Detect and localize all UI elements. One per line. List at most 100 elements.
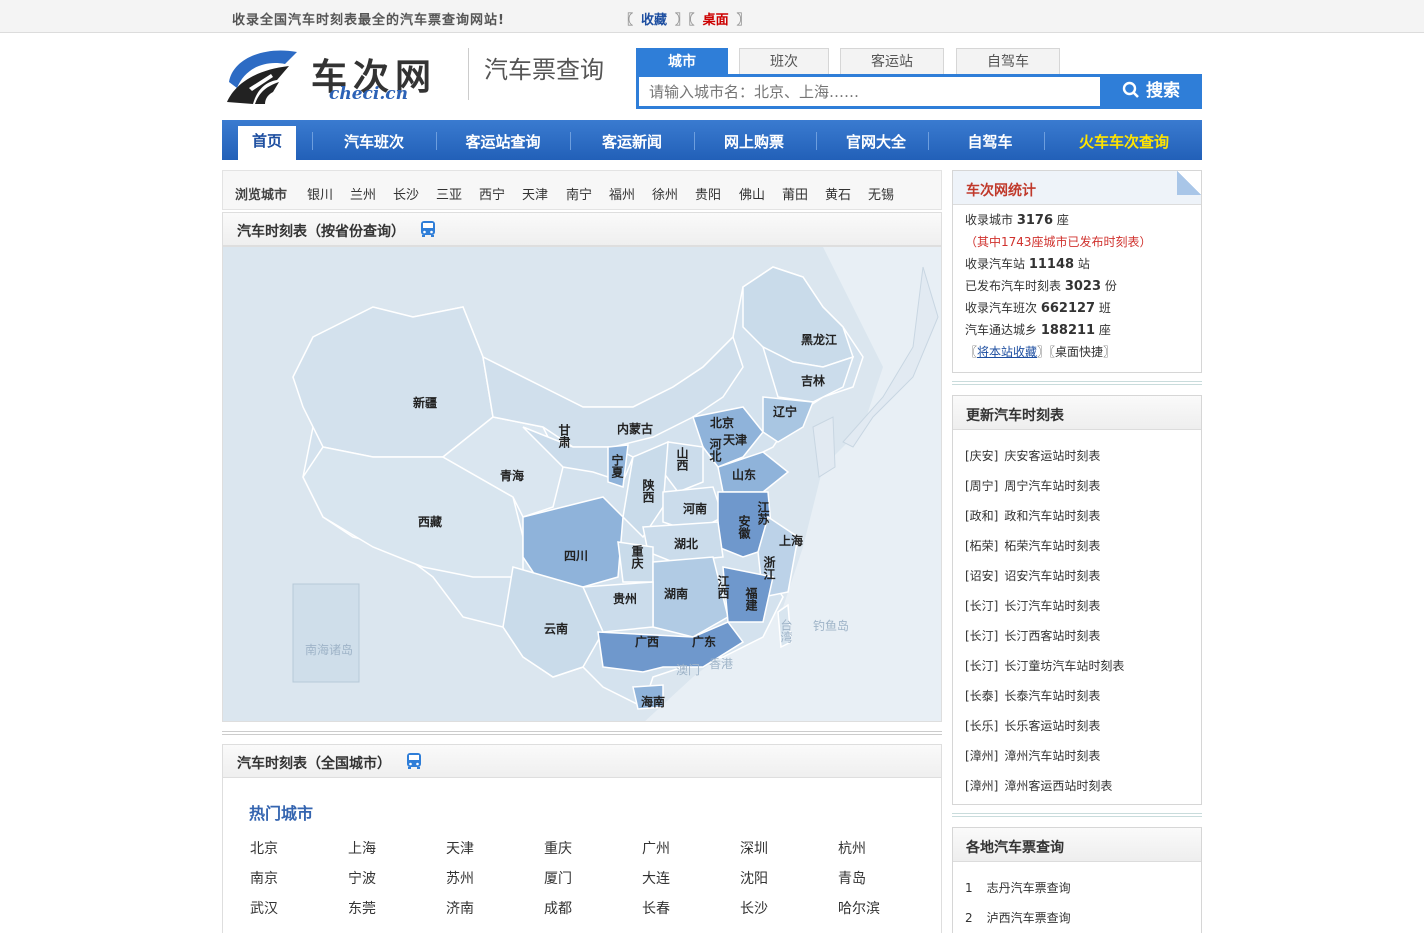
hot-city-link[interactable]: 成都 [544,898,572,918]
browse-city-link[interactable]: 银川 [307,184,333,203]
update-list-item[interactable]: [柘荣] 柘荣汽车站时刻表 [965,537,1100,554]
hot-city-link[interactable]: 宁波 [348,868,376,888]
update-list-item[interactable]: [庆安] 庆安客运站时刻表 [965,447,1100,464]
browse-city-link[interactable]: 福州 [609,184,635,203]
hot-city-link[interactable]: 北京 [250,838,278,858]
province-guangxi[interactable]: 广西 [635,633,659,650]
province-taiwan[interactable]: 台湾 [778,619,795,643]
update-list-item[interactable]: [长泰] 长泰汽车站时刻表 [965,687,1100,704]
province-xizang[interactable]: 西藏 [418,513,442,530]
hot-city-link[interactable]: 大连 [642,868,670,888]
browse-city-link[interactable]: 黄石 [825,184,851,203]
desktop-link[interactable]: 桌面 [703,13,729,28]
china-province-map[interactable]: 黑龙江 吉林 辽宁 北京 天津 河北 山东 内蒙古 新疆 甘肃 宁夏 山西 陕西… [222,246,942,722]
hot-city-link[interactable]: 武汉 [250,898,278,918]
province-hainan[interactable]: 海南 [641,693,665,710]
nav-bus-schedule[interactable]: 汽车班次 [328,128,420,160]
tab-selfdrive[interactable]: 自驾车 [956,48,1060,74]
province-guangdong[interactable]: 广东 [692,633,716,650]
province-jiangsu[interactable]: 江苏 [755,501,772,525]
hot-city-link[interactable]: 济南 [446,898,474,918]
bookmark-site-link[interactable]: 将本站收藏 [977,345,1037,359]
nav-official-sites[interactable]: 官网大全 [832,128,920,160]
site-logo[interactable]: 车次网 checi.cn [225,44,455,106]
browse-city-link[interactable]: 兰州 [350,184,376,203]
browse-city-link[interactable]: 佛山 [739,184,765,203]
hot-city-link[interactable]: 上海 [348,838,376,858]
update-list-item[interactable]: [政和] 政和汽车站时刻表 [965,507,1100,524]
browse-city-link[interactable]: 南宁 [566,184,592,203]
browse-city-link[interactable]: 长沙 [393,184,419,203]
update-list-item[interactable]: [长汀] 长汀汽车站时刻表 [965,597,1100,614]
hot-city-link[interactable]: 长沙 [740,898,768,918]
hot-city-link[interactable]: 东莞 [348,898,376,918]
province-jilin[interactable]: 吉林 [801,372,825,389]
nav-home[interactable]: 首页 [238,126,296,160]
province-heilongjiang[interactable]: 黑龙江 [801,331,837,348]
province-chongqing[interactable]: 重庆 [629,545,646,569]
province-jiangxi[interactable]: 江西 [715,575,732,599]
province-shandong[interactable]: 山东 [732,466,756,483]
search-button[interactable]: 搜索 [1102,77,1200,106]
hot-city-link[interactable]: 天津 [446,838,474,858]
hot-city-link[interactable]: 深圳 [740,838,768,858]
nav-news[interactable]: 客运新闻 [586,128,678,160]
nav-station-query[interactable]: 客运站查询 [452,128,554,160]
regional-list-item[interactable]: 1 志丹汽车票查询 [965,879,1071,896]
hot-city-link[interactable]: 沈阳 [740,868,768,888]
hot-city-link[interactable]: 南京 [250,868,278,888]
province-shanxi[interactable]: 山西 [674,447,691,471]
browse-city-link[interactable]: 贵阳 [695,184,721,203]
province-anhui[interactable]: 安徽 [736,515,753,539]
update-list-item[interactable]: [长汀] 长汀童坊汽车站时刻表 [965,657,1124,674]
browse-city-link[interactable]: 三亚 [436,184,462,203]
province-shaanxi[interactable]: 陕西 [640,479,657,503]
province-hebei[interactable]: 河北 [707,438,724,462]
province-liaoning[interactable]: 辽宁 [773,403,797,420]
update-list-item[interactable]: [诏安] 诏安汽车站时刻表 [965,567,1100,584]
province-shanghai[interactable]: 上海 [779,532,803,549]
hot-city-link[interactable]: 厦门 [544,868,572,888]
province-neimenggu[interactable]: 内蒙古 [617,420,653,437]
update-list-item[interactable]: [长汀] 长汀西客站时刻表 [965,627,1100,644]
hot-city-link[interactable]: 苏州 [446,868,474,888]
province-fujian[interactable]: 福建 [743,587,760,611]
update-list-item[interactable]: [漳州] 漳州客运西站时刻表 [965,777,1112,794]
hot-city-link[interactable]: 重庆 [544,838,572,858]
regional-list-item[interactable]: 2 泸西汽车票查询 [965,909,1071,926]
update-list-item[interactable]: [长乐] 长乐客运站时刻表 [965,717,1100,734]
province-yunnan[interactable]: 云南 [544,620,568,637]
province-guizhou[interactable]: 贵州 [613,590,637,607]
hot-city-link[interactable]: 青岛 [838,868,866,888]
province-hunan[interactable]: 湖南 [664,585,688,602]
province-qinghai[interactable]: 青海 [500,467,524,484]
hot-city-link[interactable]: 哈尔滨 [838,898,880,918]
nav-online-ticket[interactable]: 网上购票 [710,128,798,160]
browse-city-link[interactable]: 无锡 [868,184,894,203]
browse-city-link[interactable]: 莆田 [782,184,808,203]
tab-city[interactable]: 城市 [636,48,728,74]
province-henan[interactable]: 河南 [683,500,707,517]
browse-city-link[interactable]: 徐州 [652,184,678,203]
desktop-shortcut-link[interactable]: 桌面快捷 [1055,345,1103,359]
province-zhejiang[interactable]: 浙江 [761,556,778,580]
nav-selfdrive[interactable]: 自驾车 [944,128,1036,160]
favorite-link[interactable]: 收藏 [641,13,667,28]
tab-schedule[interactable]: 班次 [739,48,829,74]
province-beijing[interactable]: 北京 [710,414,734,431]
browse-city-link[interactable]: 天津 [522,184,548,203]
update-list-item[interactable]: [周宁] 周宁汽车站时刻表 [965,477,1100,494]
province-sichuan[interactable]: 四川 [564,547,588,564]
browse-city-link[interactable]: 西宁 [479,184,505,203]
province-ningxia[interactable]: 宁夏 [609,454,626,478]
tab-station[interactable]: 客运站 [840,48,944,74]
province-hubei[interactable]: 湖北 [674,535,698,552]
search-input[interactable] [639,77,1100,106]
nav-train-query[interactable]: 火车车次查询 [1060,128,1188,160]
hot-city-link[interactable]: 长春 [642,898,670,918]
province-gansu[interactable]: 甘肃 [556,424,573,448]
province-xinjiang[interactable]: 新疆 [413,394,437,411]
province-tianjin[interactable]: 天津 [723,431,747,448]
hot-city-link[interactable]: 杭州 [838,838,866,858]
province-macau[interactable]: 澳门 [676,661,700,678]
